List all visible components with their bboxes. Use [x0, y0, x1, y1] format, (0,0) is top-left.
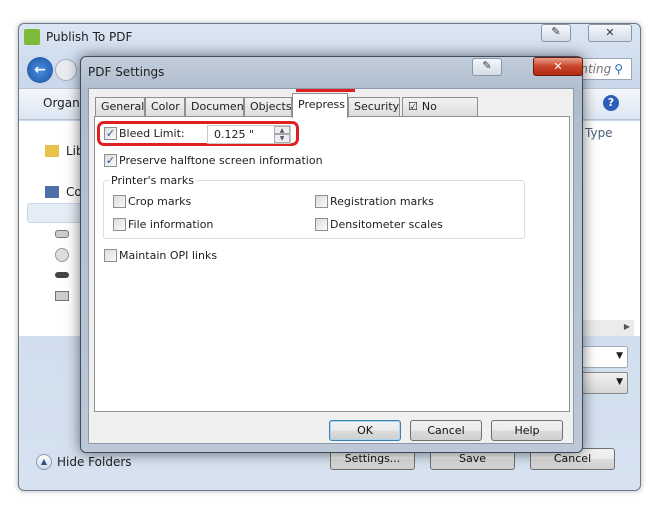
hide-folders-icon[interactable]: ▲: [36, 454, 52, 470]
registration-marks-checkbox[interactable]: [315, 195, 328, 208]
tab-color[interactable]: Color: [145, 97, 185, 117]
help-icon[interactable]: ?: [603, 95, 619, 111]
checklist-icon: ☑: [408, 100, 418, 113]
bleed-limit-value: 0.125 ": [214, 128, 255, 141]
organize-menu[interactable]: Organi: [43, 96, 83, 110]
densitometer-scales-checkbox[interactable]: [315, 218, 328, 231]
hide-folders-link[interactable]: Hide Folders: [57, 455, 132, 469]
pin-button[interactable]: ✎: [541, 24, 571, 42]
search-icon: ⚲: [614, 62, 623, 76]
spin-up-button[interactable]: ▲: [274, 126, 290, 134]
dialog-title: PDF Settings: [88, 65, 165, 79]
spin-down-button[interactable]: ▼: [274, 134, 290, 143]
network-drive-icon: [55, 291, 69, 301]
dialog-pin-button[interactable]: ✎: [472, 58, 502, 76]
dvd-icon: [55, 248, 69, 262]
drive-icon: [55, 230, 69, 238]
file-information-label: File information: [128, 218, 214, 231]
dialog-close-button[interactable]: ✕: [533, 57, 583, 76]
ok-button[interactable]: OK: [329, 420, 401, 441]
app-icon: [24, 29, 40, 45]
bleed-limit-checkbox[interactable]: ✓: [104, 127, 117, 140]
removable-drive-icon: [55, 272, 69, 278]
tab-security[interactable]: Security: [348, 97, 400, 117]
type-column-header[interactable]: Type: [585, 126, 613, 140]
maintain-opi-label: Maintain OPI links: [119, 249, 218, 262]
densitometer-scales-label: Densitometer scales: [330, 218, 443, 231]
forward-button[interactable]: [55, 59, 77, 81]
active-tab-highlight: [296, 89, 355, 92]
tab-general[interactable]: General: [95, 97, 145, 117]
tab-document[interactable]: Document: [185, 97, 248, 117]
back-button[interactable]: ←: [27, 57, 53, 83]
close-button[interactable]: ✕: [588, 24, 632, 42]
tab-prepress[interactable]: Prepress: [292, 93, 348, 118]
tab-objects[interactable]: Objects: [244, 97, 292, 117]
preserve-halftone-label: Preserve halftone screen information: [119, 154, 323, 167]
preserve-halftone-checkbox[interactable]: ✓: [104, 154, 117, 167]
file-information-checkbox[interactable]: [113, 218, 126, 231]
registration-marks-label: Registration marks: [330, 195, 434, 208]
maintain-opi-checkbox[interactable]: [104, 249, 117, 262]
libraries-icon: [45, 145, 59, 157]
nav-selected-item[interactable]: [27, 203, 87, 223]
window-title: Publish To PDF: [46, 30, 133, 44]
crop-marks-checkbox[interactable]: [113, 195, 126, 208]
crop-marks-label: Crop marks: [128, 195, 192, 208]
help-button[interactable]: Help: [491, 420, 563, 441]
bleed-limit-label: Bleed Limit:: [119, 127, 185, 140]
printers-marks-title: Printer's marks: [109, 174, 196, 187]
computer-icon: [45, 186, 59, 198]
tab-no-issues[interactable]: ☑No Issues: [402, 97, 478, 131]
cancel-button[interactable]: Cancel: [410, 420, 482, 441]
